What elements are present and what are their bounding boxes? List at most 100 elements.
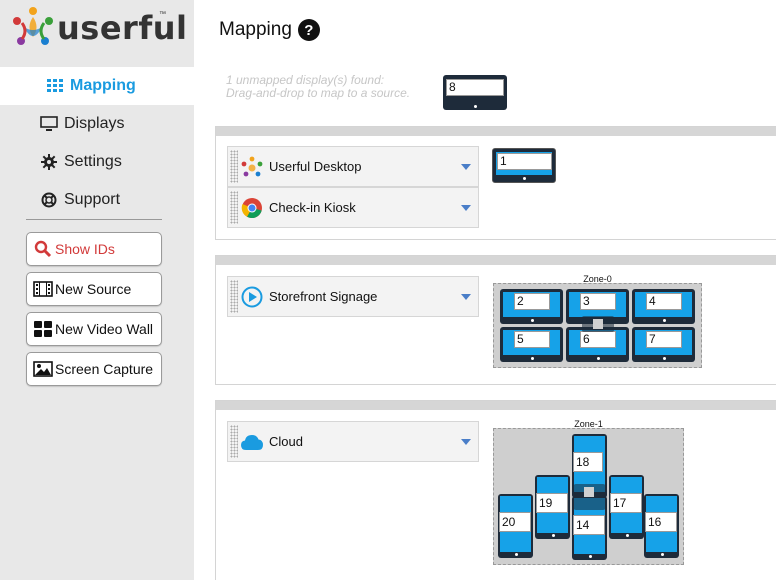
source-userful-desktop[interactable]: Userful Desktop [227, 146, 479, 187]
source-label: Storefront Signage [269, 289, 378, 304]
sidebar: userful ™ Mapping Displays Settings Supp… [0, 0, 194, 580]
screen-capture-button[interactable]: Screen Capture [26, 352, 162, 386]
search-icon [33, 240, 53, 258]
display-id: 17 [610, 493, 642, 513]
new-source-label: New Source [55, 281, 132, 297]
brand-name: userful [57, 9, 188, 47]
display-id: 19 [536, 493, 568, 513]
mapping-group-2: Storefront Signage Zone-0 2 3 4 5 6 7 [215, 255, 776, 385]
monitor-icon [40, 115, 58, 133]
display-dot [474, 105, 477, 108]
zone-label: Zone-0 [583, 274, 612, 284]
page-title-text: Mapping [219, 19, 292, 40]
nav-item-support[interactable]: Support [0, 181, 194, 219]
help-icon[interactable]: ? [297, 19, 320, 41]
display-16[interactable]: 16 [644, 494, 679, 558]
display-id: 4 [646, 293, 682, 310]
cloud-icon [240, 430, 264, 454]
display-id: 5 [514, 331, 550, 348]
display-6[interactable]: 6 [566, 327, 629, 362]
display-7[interactable]: 7 [632, 327, 695, 362]
drag-handle-icon[interactable] [230, 425, 238, 458]
play-icon [240, 285, 264, 309]
display-19[interactable]: 19 [535, 475, 570, 539]
sidebar-divider [26, 219, 162, 220]
display-id: 8 [446, 79, 504, 96]
video-wall-zone-0[interactable]: Zone-0 2 3 4 5 6 7 [493, 274, 702, 368]
nav-item-settings[interactable]: Settings [0, 143, 194, 181]
group-header-bar [216, 127, 776, 136]
new-video-wall-label: New Video Wall [55, 321, 154, 337]
display-5[interactable]: 5 [500, 327, 563, 362]
unmapped-line-2: Drag-and-drop to map to a source. [226, 86, 411, 100]
mapping-group-1: Userful Desktop Check-in Kiosk 1 [215, 126, 776, 240]
display-1[interactable]: 1 [492, 148, 556, 183]
image-icon [33, 360, 53, 378]
mapping-group-3: Cloud Zone-1 18 19 17 20 14 16 [215, 400, 776, 580]
display-id: 7 [646, 331, 682, 348]
drag-handle-icon[interactable] [230, 191, 238, 224]
display-dot [596, 357, 600, 360]
display-2[interactable]: 2 [500, 289, 563, 324]
display-dot [551, 534, 555, 537]
display-id: 2 [514, 293, 550, 310]
lifebuoy-icon [40, 191, 58, 209]
show-ids-label: Show IDs [55, 241, 115, 257]
chevron-down-icon [461, 163, 471, 170]
display-dot [514, 553, 518, 556]
video-wall-zone-1[interactable]: Zone-1 18 19 17 20 14 16 [493, 419, 684, 565]
display-4[interactable]: 4 [632, 289, 695, 324]
new-video-wall-button[interactable]: New Video Wall [26, 312, 162, 346]
display-id: 6 [580, 331, 616, 348]
zone-label: Zone-1 [574, 419, 603, 429]
source-check-in-kiosk[interactable]: Check-in Kiosk [227, 187, 479, 228]
brand-tm: ™ [159, 11, 166, 18]
nav-item-mapping[interactable]: Mapping [0, 67, 194, 105]
source-storefront-signage[interactable]: Storefront Signage [227, 276, 479, 317]
show-ids-button[interactable]: Show IDs [26, 232, 162, 266]
page-title: Mapping ? [219, 19, 320, 41]
nav-item-label: Settings [64, 153, 122, 170]
userful-logo: userful ™ [10, 5, 190, 53]
source-dropdown[interactable] [454, 146, 478, 187]
display-17[interactable]: 17 [609, 475, 644, 539]
nav-item-displays[interactable]: Displays [0, 105, 194, 143]
display-dot [588, 555, 592, 558]
new-source-button[interactable]: New Source [26, 272, 162, 306]
grid-icon [33, 320, 53, 338]
zone-move-handle[interactable] [573, 484, 606, 510]
drag-handle-icon[interactable] [230, 280, 238, 313]
drag-handle-icon[interactable] [230, 150, 238, 183]
chevron-down-icon [461, 438, 471, 445]
display-dot [662, 357, 666, 360]
unmapped-notice: 1 unmapped display(s) found: Drag-and-dr… [226, 74, 410, 100]
display-id: 20 [499, 512, 531, 532]
display-dot [662, 319, 666, 322]
source-cloud[interactable]: Cloud [227, 421, 479, 462]
chrome-icon [240, 196, 264, 220]
display-dot [660, 553, 664, 556]
display-dot [530, 319, 534, 322]
source-label: Cloud [269, 434, 303, 449]
display-id: 18 [573, 452, 603, 472]
display-dot [530, 357, 534, 360]
display-id: 14 [573, 515, 605, 535]
nav-item-label: Displays [64, 115, 125, 132]
source-dropdown[interactable] [454, 187, 478, 228]
userful-icon [240, 155, 264, 179]
source-label: Check-in Kiosk [269, 200, 356, 215]
unmapped-display-8[interactable]: 8 [443, 75, 507, 110]
source-dropdown[interactable] [454, 421, 478, 462]
nav-item-label: Support [64, 191, 121, 208]
display-20[interactable]: 20 [498, 494, 533, 558]
display-id: 16 [645, 512, 677, 532]
display-id: 1 [497, 153, 552, 170]
display-dot [523, 177, 526, 180]
gear-icon [40, 153, 58, 171]
display-id: 3 [580, 293, 616, 310]
chevron-down-icon [461, 204, 471, 211]
source-dropdown[interactable] [454, 276, 478, 317]
userful-logo-icon [13, 7, 53, 45]
grid-icon [46, 77, 64, 95]
zone-move-handle[interactable] [582, 316, 614, 332]
